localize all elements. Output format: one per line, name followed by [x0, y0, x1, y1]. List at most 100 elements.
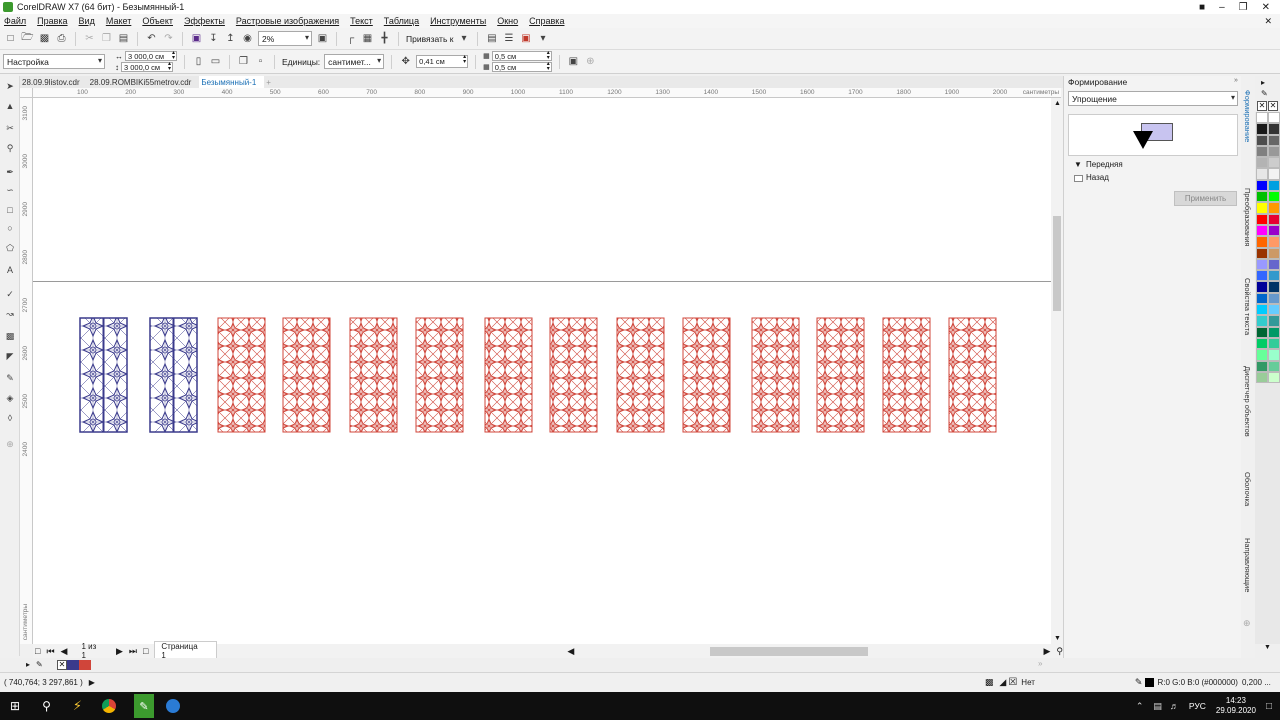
menu-bitmaps[interactable]: Растровые изображения [236, 16, 339, 26]
connector-tool-icon[interactable]: ↝ [4, 308, 16, 320]
polygon-tool-icon[interactable]: ⬠ [4, 242, 16, 254]
open-icon[interactable]: 🗁 [21, 32, 34, 45]
palette-swatch[interactable] [1256, 168, 1268, 180]
nudge-distance-input[interactable]: 0,41 см ▴ ▾ [416, 54, 469, 68]
add-page-after-icon[interactable]: □ [143, 646, 148, 656]
red-swatch[interactable] [79, 660, 91, 670]
tab-rombiki[interactable]: 28.09.ROMBIKi55metrov.cdr [88, 76, 200, 88]
palette-swatch[interactable] [1256, 236, 1268, 248]
publish-pdf-icon[interactable]: ◉ [241, 32, 254, 45]
vtab-guidelines[interactable]: Направляющие [1243, 538, 1252, 592]
notifications-icon[interactable]: □ [1266, 701, 1272, 712]
red-lattice-panel[interactable] [282, 317, 331, 433]
red-lattice-panel[interactable] [816, 317, 865, 433]
page-width-input[interactable]: 3 000,0 см ▴ ▾ [125, 50, 177, 61]
palette-swatch[interactable] [1268, 202, 1280, 214]
close-icon[interactable]: ✕ [1262, 2, 1270, 13]
red-lattice-panel[interactable] [549, 317, 598, 433]
palette-swatch[interactable] [1268, 371, 1280, 384]
freehand-tool-icon[interactable]: ✒ [4, 166, 16, 178]
palette-swatch[interactable] [1256, 134, 1268, 146]
palette-swatch[interactable] [1256, 191, 1268, 203]
menu-layout[interactable]: Макет [106, 16, 131, 26]
clock[interactable]: 14:23 29.09.2020 [1216, 696, 1256, 716]
search-content-icon[interactable]: ▣ [190, 32, 203, 45]
drop-shadow-icon[interactable]: ▩ [4, 330, 16, 342]
palette-swatch[interactable] [1268, 191, 1280, 203]
zoom-navigator-icon[interactable]: ⚲ [1056, 646, 1063, 657]
paste-icon[interactable]: ▤ [117, 32, 130, 45]
palette-arrow-icon[interactable]: ▸ [26, 660, 30, 669]
volume-icon[interactable]: ♬ [1170, 701, 1179, 711]
chevron-down-icon[interactable]: ▾ [457, 32, 470, 45]
shape-tool-icon[interactable]: ▲ [4, 100, 16, 112]
palette-menu-icon[interactable]: ▸ [1261, 78, 1265, 87]
red-lattice-panel[interactable] [948, 317, 997, 433]
back-checkbox[interactable] [1074, 175, 1083, 182]
show-rulers-icon[interactable]: ┌ [344, 32, 357, 45]
palette-swatch[interactable] [1256, 179, 1268, 192]
palette-swatch[interactable] [1256, 224, 1268, 237]
menu-tools[interactable]: Инструменты [430, 16, 486, 26]
palette-swatch[interactable] [1268, 292, 1280, 305]
interactive-fill-icon[interactable]: ◈ [4, 392, 16, 404]
first-page-icon[interactable]: ⏮ [46, 646, 54, 657]
import-icon[interactable]: ↧ [207, 32, 220, 45]
current-page-icon[interactable]: ▫ [254, 55, 267, 68]
palette-swatch[interactable] [1256, 258, 1268, 271]
menu-effects[interactable]: Эффекты [184, 16, 225, 26]
rectangle-tool-icon[interactable]: □ [4, 204, 16, 216]
windows-start-icon[interactable]: ⊞ [10, 699, 20, 713]
palette-swatch[interactable] [1268, 270, 1280, 282]
app-pinned-icon[interactable]: ⚡ [73, 698, 82, 714]
red-lattice-panel[interactable] [616, 317, 665, 433]
search-icon[interactable]: ⚲ [42, 699, 51, 713]
palette-swatch[interactable] [1256, 371, 1268, 384]
redo-icon[interactable]: ↷ [162, 32, 175, 45]
spin-arrows-icon[interactable]: ▴ ▾ [547, 50, 550, 61]
menu-object[interactable]: Объект [142, 16, 173, 26]
print-icon[interactable]: ⎙ [55, 32, 68, 45]
palette-swatch[interactable] [1268, 123, 1280, 135]
new-document-icon[interactable]: □ [4, 32, 17, 45]
palette-swatch[interactable] [1256, 326, 1268, 338]
red-lattice-panel[interactable] [484, 317, 533, 433]
transparency-icon[interactable]: ◤ [4, 350, 16, 362]
no-color-icon[interactable]: ✕ [1268, 101, 1278, 111]
palette-swatch[interactable] [1256, 337, 1268, 350]
menu-table[interactable]: Таблица [384, 16, 419, 26]
drawing-canvas[interactable]: ▲ ▼ [33, 98, 1063, 644]
last-page-icon[interactable]: ⏭ [129, 646, 137, 657]
vertical-scrollbar[interactable]: ▲ ▼ [1051, 98, 1063, 644]
red-lattice-panel[interactable] [349, 317, 398, 433]
docker-close-icon[interactable]: ✕ [1264, 16, 1272, 27]
palette-swatch[interactable] [1268, 134, 1280, 146]
palette-swatch[interactable] [1256, 145, 1268, 158]
ellipse-tool-icon[interactable]: ○ [4, 222, 16, 234]
no-color-icon[interactable]: ✕ [1257, 101, 1267, 111]
red-lattice-panel[interactable] [751, 317, 800, 433]
full-screen-icon[interactable]: ▣ [316, 32, 329, 45]
zoom-tool-icon[interactable]: ⚲ [4, 142, 16, 154]
palette-swatch[interactable] [1268, 258, 1280, 271]
palette-swatch[interactable] [1256, 202, 1268, 214]
palette-swatch[interactable] [1268, 281, 1280, 293]
palette-swatch[interactable] [1268, 247, 1280, 259]
coreldraw-taskbar-icon[interactable]: ✎ [134, 694, 154, 718]
application-launcher-icon[interactable]: ☰ [502, 32, 515, 45]
spin-arrows-icon[interactable]: ▴ ▾ [172, 50, 175, 61]
spin-arrows-icon[interactable]: ▴ ▾ [463, 54, 466, 65]
chrome-icon[interactable] [102, 699, 116, 713]
add-icon[interactable]: ⊕ [584, 55, 597, 68]
export-icon[interactable]: ↥ [224, 32, 237, 45]
palette-swatch[interactable] [1256, 270, 1268, 282]
vtab-envelope[interactable]: Оболочка [1243, 472, 1252, 506]
palette-swatch[interactable] [1268, 349, 1280, 361]
text-tool-icon[interactable]: A [4, 264, 16, 276]
red-lattice-panel[interactable] [682, 317, 731, 433]
palette-swatch[interactable] [1268, 224, 1280, 237]
no-color-swatch[interactable]: ✕ [57, 660, 67, 670]
page-preset-select[interactable]: Настройка ▾ [3, 54, 105, 69]
red-lattice-panel[interactable] [882, 317, 931, 433]
app-blue-icon[interactable] [166, 699, 180, 713]
